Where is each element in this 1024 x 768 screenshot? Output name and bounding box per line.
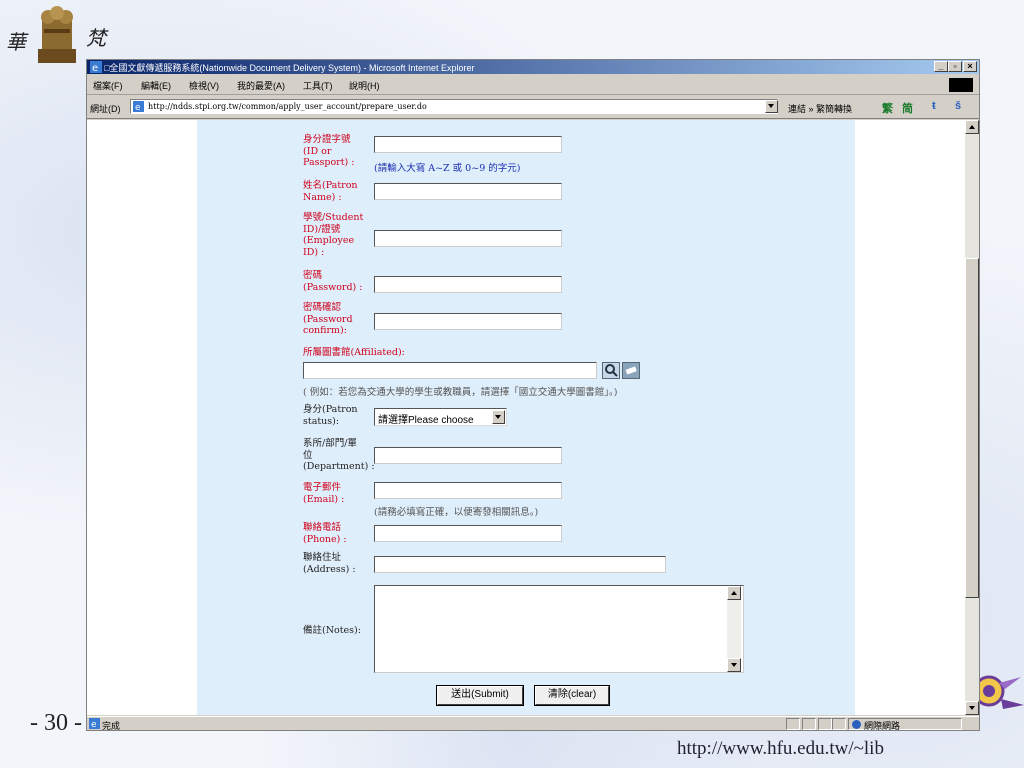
submit-button[interactable]: 送出(Submit) [437, 686, 523, 705]
clear-button[interactable]: 清除(clear) [535, 686, 609, 705]
address-url: http://ndds.stpi.org.tw/common/apply_use… [148, 102, 427, 111]
window-title: □全國文獻傳遞服務系統(Nationwide Document Delivery… [104, 63, 475, 73]
affiliated-input[interactable] [303, 362, 597, 379]
svg-text:e: e [135, 103, 141, 112]
zone-text: 網際網路 [864, 721, 901, 731]
menu-bar: 檔案(F) 編輯(E) 檢視(V) 我的最愛(A) 工具(T) 說明(H) [87, 76, 979, 95]
page-viewport: 身分證字號 (ID or Passport) : (請輸入大寫 A~Z 或 0~… [87, 120, 965, 715]
menu-help[interactable]: 說明(H) [349, 79, 380, 92]
page-icon: e [133, 101, 144, 112]
email-hint: (請務必填寫正確，以便寄發相關訊息。) [374, 507, 539, 518]
svg-text:e: e [92, 63, 98, 73]
id-hint: (請輸入大寫 A~Z 或 0~9 的字元) [374, 163, 521, 174]
status-text: 完成 [102, 721, 121, 731]
slide-url-footer: http://www.hfu.edu.tw/~lib [677, 738, 884, 759]
internet-globe-icon [852, 720, 861, 729]
window-titlebar[interactable]: e □全國文獻傳遞服務系統(Nationwide Document Delive… [87, 60, 979, 74]
name-input[interactable] [374, 183, 562, 200]
student-id-label: 學號/Student ID)/證號 (Employee ID) : [303, 212, 364, 258]
windows-throbber-icon [949, 78, 973, 92]
address-input[interactable]: e http://ndds.stpi.org.tw/common/apply_u… [130, 99, 778, 114]
menu-favorites[interactable]: 我的最愛(A) [237, 79, 285, 92]
links-toolbar[interactable]: 連結 » 繁簡轉換 [788, 102, 852, 115]
status-dropdown-button[interactable] [492, 410, 505, 424]
security-zone: 網際網路 [848, 718, 962, 731]
password-confirm-input[interactable] [374, 313, 562, 330]
status-label: 身分(Patron status): [303, 404, 358, 427]
affiliated-label: 所屬圖書館(Affiliated): [303, 347, 405, 358]
decorative-sun-icon [975, 675, 1024, 709]
emblem-logo-icon [38, 6, 76, 63]
status-bar: e 完成 網際網路 [87, 716, 979, 731]
department-label: 系所/部門/單 位 (Department) : [303, 438, 375, 472]
id-input[interactable] [374, 136, 562, 153]
menu-tools[interactable]: 工具(T) [303, 79, 333, 92]
status-cell-3 [818, 718, 832, 730]
page-done-icon: e [89, 718, 100, 729]
address-label: 網址(D) [90, 104, 121, 114]
scroll-thumb[interactable] [965, 258, 979, 598]
notes-scroll-up[interactable] [727, 586, 741, 600]
student-id-input[interactable] [374, 230, 562, 247]
menu-edit[interactable]: 編輯(E) [141, 79, 171, 92]
ie-logo-icon: e [90, 61, 102, 73]
menu-file[interactable]: 檔案(F) [93, 79, 123, 92]
status-cell-1 [786, 718, 800, 730]
address-field-label: 聯絡住址 (Address) : [303, 552, 356, 575]
magnifier-icon [605, 364, 618, 377]
id-label: 身分證字號 (ID or Passport) : [303, 134, 355, 168]
search-library-button[interactable] [602, 362, 620, 379]
status-select[interactable]: 請選擇Please choose [374, 408, 507, 426]
address-dropdown-button[interactable] [765, 100, 778, 113]
maximize-button[interactable]: ▫ [948, 61, 962, 72]
phone-label: 聯絡電話 (Phone) : [303, 522, 347, 545]
notes-textarea[interactable] [374, 585, 744, 673]
email-input[interactable] [374, 482, 562, 499]
traditional-chinese-icon[interactable]: 繁 [882, 100, 893, 116]
notes-scrollbar[interactable] [727, 586, 741, 672]
close-button[interactable]: × [963, 61, 977, 72]
status-cell-4 [832, 718, 846, 730]
logo-char-right: 梵 [86, 26, 106, 50]
notes-label: 備註(Notes): [303, 625, 361, 636]
clear-library-button[interactable] [622, 362, 640, 379]
slide-page-number: - 30 - [30, 710, 82, 736]
browser-window: e □全國文獻傳遞服務系統(Nationwide Document Delive… [86, 59, 980, 731]
page-scrollbar[interactable] [965, 120, 979, 715]
department-input[interactable] [374, 447, 562, 464]
password-input[interactable] [374, 276, 562, 293]
password-confirm-label: 密碼確認 (Password confirm): [303, 302, 353, 336]
notes-scroll-down[interactable] [727, 658, 741, 672]
simplified-chinese-icon[interactable]: 简 [902, 100, 913, 116]
address-bar: 網址(D) e http://ndds.stpi.org.tw/common/a… [87, 96, 979, 119]
scroll-up-button[interactable] [965, 120, 979, 134]
minimize-button[interactable]: _ [934, 61, 948, 72]
email-label: 電子郵件 (Email) : [303, 482, 345, 505]
address-field-input[interactable] [374, 556, 666, 573]
name-label: 姓名(Patron Name) : [303, 180, 358, 203]
password-label: 密碼 (Password) : [303, 270, 363, 293]
toolbar-tool-icon[interactable]: ŧ [932, 100, 936, 112]
affiliated-example: ( 例如：若您為交通大學的學生或教職員，請選擇「國立交通大學圖書館」。) [303, 387, 618, 398]
scroll-down-button[interactable] [965, 701, 979, 715]
eraser-icon [625, 366, 637, 375]
menu-view[interactable]: 檢視(V) [189, 79, 219, 92]
toolbar-tool-icon-2[interactable]: š [955, 100, 961, 112]
svg-text:e: e [91, 720, 97, 729]
logo-char-left: 華 [6, 30, 26, 54]
phone-input[interactable] [374, 525, 562, 542]
status-selected-value: 請選擇Please choose [378, 415, 474, 426]
status-cell-2 [802, 718, 816, 730]
